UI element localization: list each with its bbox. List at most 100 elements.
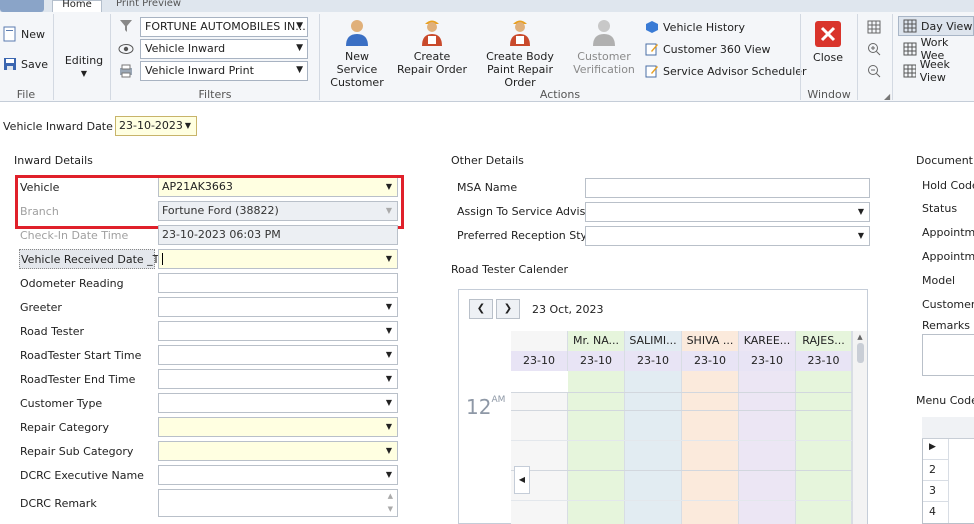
- greeter-field[interactable]: ▼: [158, 297, 398, 317]
- document-details-title: Document D: [916, 154, 974, 167]
- group-separator: [892, 14, 893, 100]
- edit-icon: [645, 43, 658, 56]
- customer-verification-button[interactable]: Customer Verification: [572, 17, 636, 76]
- other-details-title: Other Details: [451, 154, 524, 167]
- vehicle-history-button[interactable]: Vehicle History: [645, 17, 745, 37]
- calendar-prev-button[interactable]: ❮: [469, 299, 493, 319]
- view-filter-select[interactable]: Vehicle Inward ▼: [140, 39, 308, 59]
- odometer-reading-label: Odometer Reading: [20, 277, 124, 290]
- calendar-next-button[interactable]: ❯: [496, 299, 520, 319]
- vehicle-inward-date-field[interactable]: 23-10-2023 ▼: [115, 116, 197, 136]
- group-separator: [110, 14, 111, 100]
- msa-name-field[interactable]: [585, 178, 870, 198]
- save-button[interactable]: Save: [3, 54, 48, 74]
- resource-column[interactable]: [568, 371, 625, 524]
- group-separator: [857, 14, 858, 100]
- zoom-in-icon[interactable]: [867, 42, 881, 56]
- customer-type-field[interactable]: ▼: [158, 393, 398, 413]
- chevron-down-icon: ▼: [80, 69, 88, 78]
- all-day-cell[interactable]: [511, 371, 568, 393]
- create-body-paint-label-2: Paint Repair Order: [487, 63, 553, 89]
- resource-header[interactable]: SHIVA ...: [682, 331, 739, 351]
- new-service-customer-button[interactable]: New Service Customer: [324, 17, 390, 89]
- scroll-down-icon[interactable]: ▼: [388, 505, 393, 513]
- appointment-label: Appointme: [922, 250, 974, 263]
- appointment-label: Appointme: [922, 226, 974, 239]
- chevron-down-icon: ▼: [385, 422, 392, 431]
- table-row[interactable]: 3: [923, 481, 949, 502]
- customer-360-view-button[interactable]: Customer 360 View: [645, 39, 771, 59]
- mechanic-icon: [422, 20, 442, 46]
- create-body-paint-repair-order-button[interactable]: Create Body Paint Repair Order: [472, 17, 568, 89]
- close-button[interactable]: Close: [806, 20, 850, 64]
- vehicle-received-date-time-label: Vehicle Received Date _Time: [19, 249, 180, 269]
- dcrc-executive-name-field[interactable]: ▼: [158, 465, 398, 485]
- dcrc-remark-field[interactable]: ▲ ▼: [158, 489, 398, 517]
- chevron-down-icon: ▼: [296, 43, 303, 53]
- greeter-label: Greeter: [20, 301, 62, 314]
- chevron-down-icon: ▼: [296, 21, 303, 31]
- odometer-reading-field[interactable]: [158, 273, 398, 293]
- cube-icon: [646, 21, 658, 33]
- resource-column[interactable]: [739, 371, 796, 524]
- day-view-label: Day View: [921, 19, 973, 33]
- check-in-date-time-field[interactable]: 23-10-2023 06:03 PM: [158, 225, 398, 245]
- repair-sub-category-label: Repair Sub Category: [20, 445, 134, 458]
- resource-header[interactable]: KAREE...: [739, 331, 796, 351]
- new-document-icon: [3, 26, 16, 42]
- table-row[interactable]: 2: [923, 460, 949, 481]
- tab-print-preview[interactable]: Print Preview: [108, 0, 181, 12]
- dealer-filter-select[interactable]: FORTUNE AUTOMOBILES IN... ▼: [140, 17, 308, 37]
- roadtester-start-time-field[interactable]: ▼: [158, 345, 398, 365]
- resource-column[interactable]: [796, 371, 852, 524]
- service-advisor-scheduler-button[interactable]: Service Advisor Scheduler: [645, 61, 807, 81]
- calendar-vertical-scrollbar[interactable]: ▲: [852, 331, 867, 524]
- zoom-out-icon[interactable]: [867, 64, 881, 78]
- table-row[interactable]: 4: [923, 502, 949, 523]
- vehicle-history-label: Vehicle History: [663, 20, 745, 34]
- roadtester-end-time-field[interactable]: ▼: [158, 369, 398, 389]
- customer-verification-label-1: Customer: [577, 50, 631, 63]
- vehicle-received-date-time-field[interactable]: ▼: [158, 249, 398, 269]
- preferred-reception-style-field[interactable]: ▼: [585, 226, 870, 246]
- calendar-icon: [903, 64, 916, 78]
- tab-home[interactable]: Home: [52, 0, 102, 12]
- dialog-launcher-icon[interactable]: ◢: [884, 92, 890, 101]
- inward-details-title: Inward Details: [14, 154, 93, 167]
- new-button[interactable]: New: [3, 24, 45, 44]
- model-label: Model: [922, 274, 956, 287]
- eye-icon: [118, 44, 134, 54]
- grid-icon[interactable]: [867, 20, 881, 34]
- editing-button[interactable]: Editing ▼: [58, 54, 110, 80]
- print-filter-select[interactable]: Vehicle Inward Print ▼: [140, 61, 308, 81]
- close-icon: [815, 21, 841, 47]
- half-hour-line: [511, 440, 852, 441]
- scroll-up-icon[interactable]: ▲: [388, 492, 393, 500]
- row-pointer-icon: ▶: [929, 442, 936, 452]
- new-service-customer-label-1: New Service: [336, 50, 378, 76]
- remarks-field[interactable]: [922, 334, 974, 376]
- chevron-left-icon: ❮: [476, 303, 486, 314]
- table-row[interactable]: ▶: [923, 439, 949, 460]
- resource-header[interactable]: Mr. NA...: [568, 331, 625, 351]
- create-repair-order-button[interactable]: Create Repair Order: [397, 17, 467, 76]
- application-menu-button[interactable]: [0, 0, 44, 12]
- repair-sub-category-field[interactable]: ▼: [158, 441, 398, 461]
- week-view-button[interactable]: Week View: [903, 58, 974, 84]
- scroll-up-icon[interactable]: ▲: [853, 333, 867, 341]
- calendar-scroll-left-button[interactable]: ◀: [514, 466, 530, 494]
- dcrc-remark-label: DCRC Remark: [20, 497, 97, 510]
- resource-header[interactable]: SALIMI...: [625, 331, 682, 351]
- work-week-view-button[interactable]: Work Wee: [903, 36, 974, 62]
- day-view-button[interactable]: Day View: [898, 16, 974, 36]
- status-label: Status: [922, 202, 958, 215]
- repair-category-field[interactable]: ▼: [158, 417, 398, 437]
- chevron-down-icon: ▼: [184, 121, 191, 130]
- resource-header[interactable]: RAJES...: [796, 331, 852, 351]
- resource-column[interactable]: [625, 371, 682, 524]
- vehicle-inward-date-label: Vehicle Inward Date: [3, 120, 113, 133]
- scrollbar-thumb[interactable]: [856, 343, 864, 363]
- resource-column[interactable]: [682, 371, 739, 524]
- assign-service-advisor-field[interactable]: ▼: [585, 202, 870, 222]
- road-tester-field[interactable]: ▼: [158, 321, 398, 341]
